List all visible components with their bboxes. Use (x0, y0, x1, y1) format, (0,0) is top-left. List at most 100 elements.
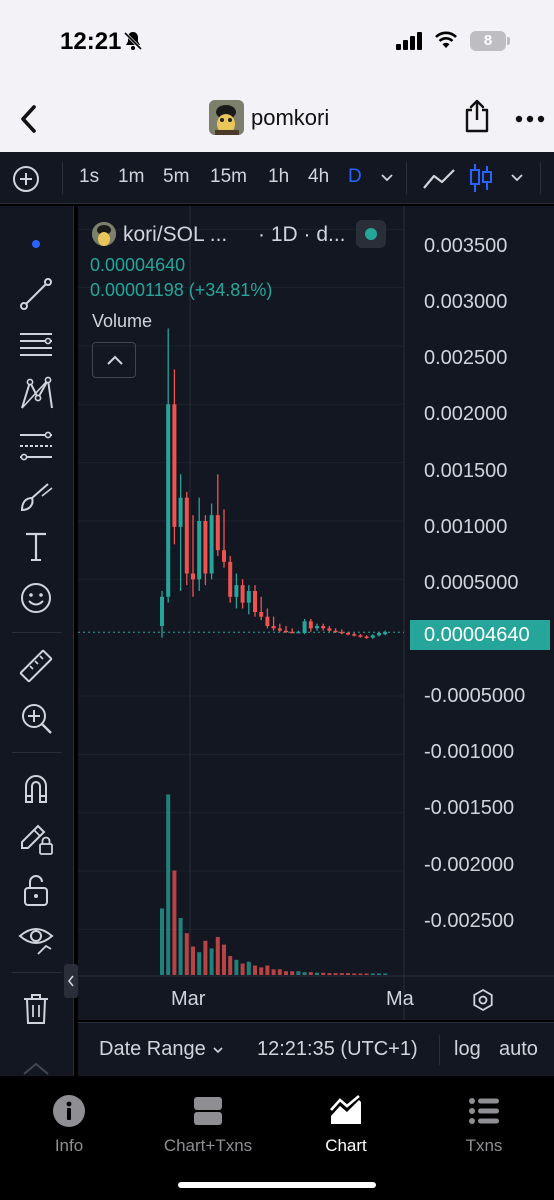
candle-body (321, 626, 326, 629)
price-scale-label: -0.001500 (424, 797, 515, 819)
volume-bar (228, 956, 233, 975)
candle-body (302, 621, 307, 633)
volume-bar (277, 969, 282, 975)
brush-icon[interactable] (18, 478, 54, 514)
volume-bar (315, 972, 319, 975)
sidebar-divider (12, 752, 62, 753)
trash-icon[interactable] (18, 990, 54, 1026)
candle-body (346, 633, 350, 635)
timeframe-4h[interactable]: 4h (308, 166, 329, 188)
share-icon[interactable] (462, 98, 492, 134)
legend-change: 0.00001198 (+34.81%) (90, 280, 273, 300)
candle-body (327, 628, 332, 631)
chart-bottom-bar: Date Range 12:21:35 (UTC+1) log auto (78, 1022, 554, 1076)
chevron-up-icon (107, 355, 123, 365)
timeframe-1s[interactable]: 1s (79, 166, 99, 188)
volume-bar (377, 973, 381, 975)
fib-icon[interactable] (18, 428, 54, 464)
date-range-button[interactable]: Date Range (99, 1038, 206, 1061)
price-scale-label: 0.003000 (424, 291, 508, 313)
candle-body (271, 626, 276, 629)
lock-pencil-icon[interactable] (18, 820, 54, 856)
chart-clock[interactable]: 12:21:35 (UTC+1) (257, 1038, 418, 1061)
volume-bar (166, 794, 171, 975)
price-scale-label: 0.002500 (424, 347, 508, 369)
candle-body (333, 630, 338, 633)
tab-label: Info (54, 1136, 84, 1155)
chevron-down-icon[interactable] (212, 1045, 224, 1055)
tab-bar: Info Chart+Txns Chart Txns (0, 1076, 554, 1200)
chevron-down-icon[interactable] (510, 172, 524, 184)
sidebar-divider (12, 972, 62, 973)
eye-icon[interactable] (18, 920, 54, 956)
chart-pane[interactable]: kori/SOL ... · 1D · d... 0.00004640 0.00… (78, 206, 554, 1020)
candle-body (315, 626, 319, 629)
sidebar-collapse-toggle[interactable] (64, 964, 78, 998)
tab-label: Chart+Txns (163, 1136, 253, 1155)
legend-symbol[interactable]: kori/SOL ... (123, 223, 227, 247)
candlestick-icon[interactable] (466, 162, 496, 194)
timeframe-5m[interactable]: 5m (163, 166, 189, 188)
price-scale-label: -0.002000 (424, 854, 515, 876)
volume-bar (172, 870, 177, 975)
timeframe-d[interactable]: D (348, 166, 362, 188)
volume-bar (253, 965, 257, 975)
line-chart-icon[interactable] (422, 166, 456, 192)
wifi-icon (435, 31, 457, 48)
chevron-down-icon[interactable] (380, 172, 394, 184)
price-scale-label: 0.0005000 (424, 572, 519, 594)
candle-body (178, 497, 183, 527)
volume-bar (246, 961, 251, 975)
candle-body (339, 631, 344, 634)
legend-volume-label: Volume (92, 311, 153, 331)
volume-bar (308, 972, 313, 975)
tab-chart-txns[interactable]: Chart+Txns (148, 1094, 268, 1156)
volume-bar (234, 959, 239, 975)
legend-interval: · 1D · d... (258, 223, 346, 246)
log-scale-toggle[interactable]: log (454, 1038, 481, 1061)
chart-toolbar: 1s 1m 5m 15m 1h 4h D (0, 152, 554, 204)
tab-txns[interactable]: Txns (424, 1094, 544, 1156)
chevron-left-icon[interactable] (14, 102, 44, 136)
tab-chart[interactable]: Chart (286, 1094, 406, 1156)
candle-body (234, 585, 239, 597)
nav-header: pomkori (0, 90, 554, 152)
price-scale-label: -0.001000 (424, 741, 515, 763)
pattern-icon[interactable] (18, 376, 54, 412)
candle-body (160, 596, 164, 626)
time-axis-label: Ma (386, 988, 414, 1010)
split-view-icon (194, 1097, 222, 1125)
auto-scale-toggle[interactable]: auto (499, 1038, 538, 1061)
candle-body (222, 550, 226, 562)
magnet-icon[interactable] (18, 770, 54, 806)
ruler-icon[interactable] (18, 648, 54, 684)
candle-body (191, 573, 195, 580)
volume-bar (321, 972, 326, 975)
ellipsis-icon[interactable] (514, 114, 546, 124)
candle-body (383, 632, 388, 635)
candle-body (296, 631, 301, 634)
volume-bar (302, 972, 307, 975)
volume-bar (265, 965, 270, 975)
timeframe-15m[interactable]: 15m (210, 166, 247, 188)
status-time: 12:21 (60, 28, 122, 55)
token-avatar-image (209, 100, 244, 135)
tab-info[interactable]: Info (9, 1094, 129, 1156)
timeframe-1h[interactable]: 1h (268, 166, 289, 188)
unlock-icon[interactable] (18, 872, 54, 908)
timeframe-1m[interactable]: 1m (118, 166, 144, 188)
plus-circle-icon[interactable] (12, 165, 40, 193)
trend-line-icon[interactable] (18, 276, 54, 312)
cursor-dot-icon[interactable] (18, 226, 54, 262)
drawing-toolbar (0, 206, 74, 1076)
candle-body (203, 521, 208, 574)
zoom-in-icon[interactable] (18, 700, 54, 736)
candle-body (352, 634, 357, 636)
volume-bar (222, 944, 226, 975)
horizontal-lines-icon[interactable] (18, 326, 54, 362)
legend-collapse-button[interactable] (92, 342, 136, 378)
emoji-icon[interactable] (18, 580, 54, 616)
text-icon[interactable] (18, 528, 54, 564)
settings-icon[interactable] (471, 988, 495, 1012)
volume-bar (327, 973, 332, 975)
